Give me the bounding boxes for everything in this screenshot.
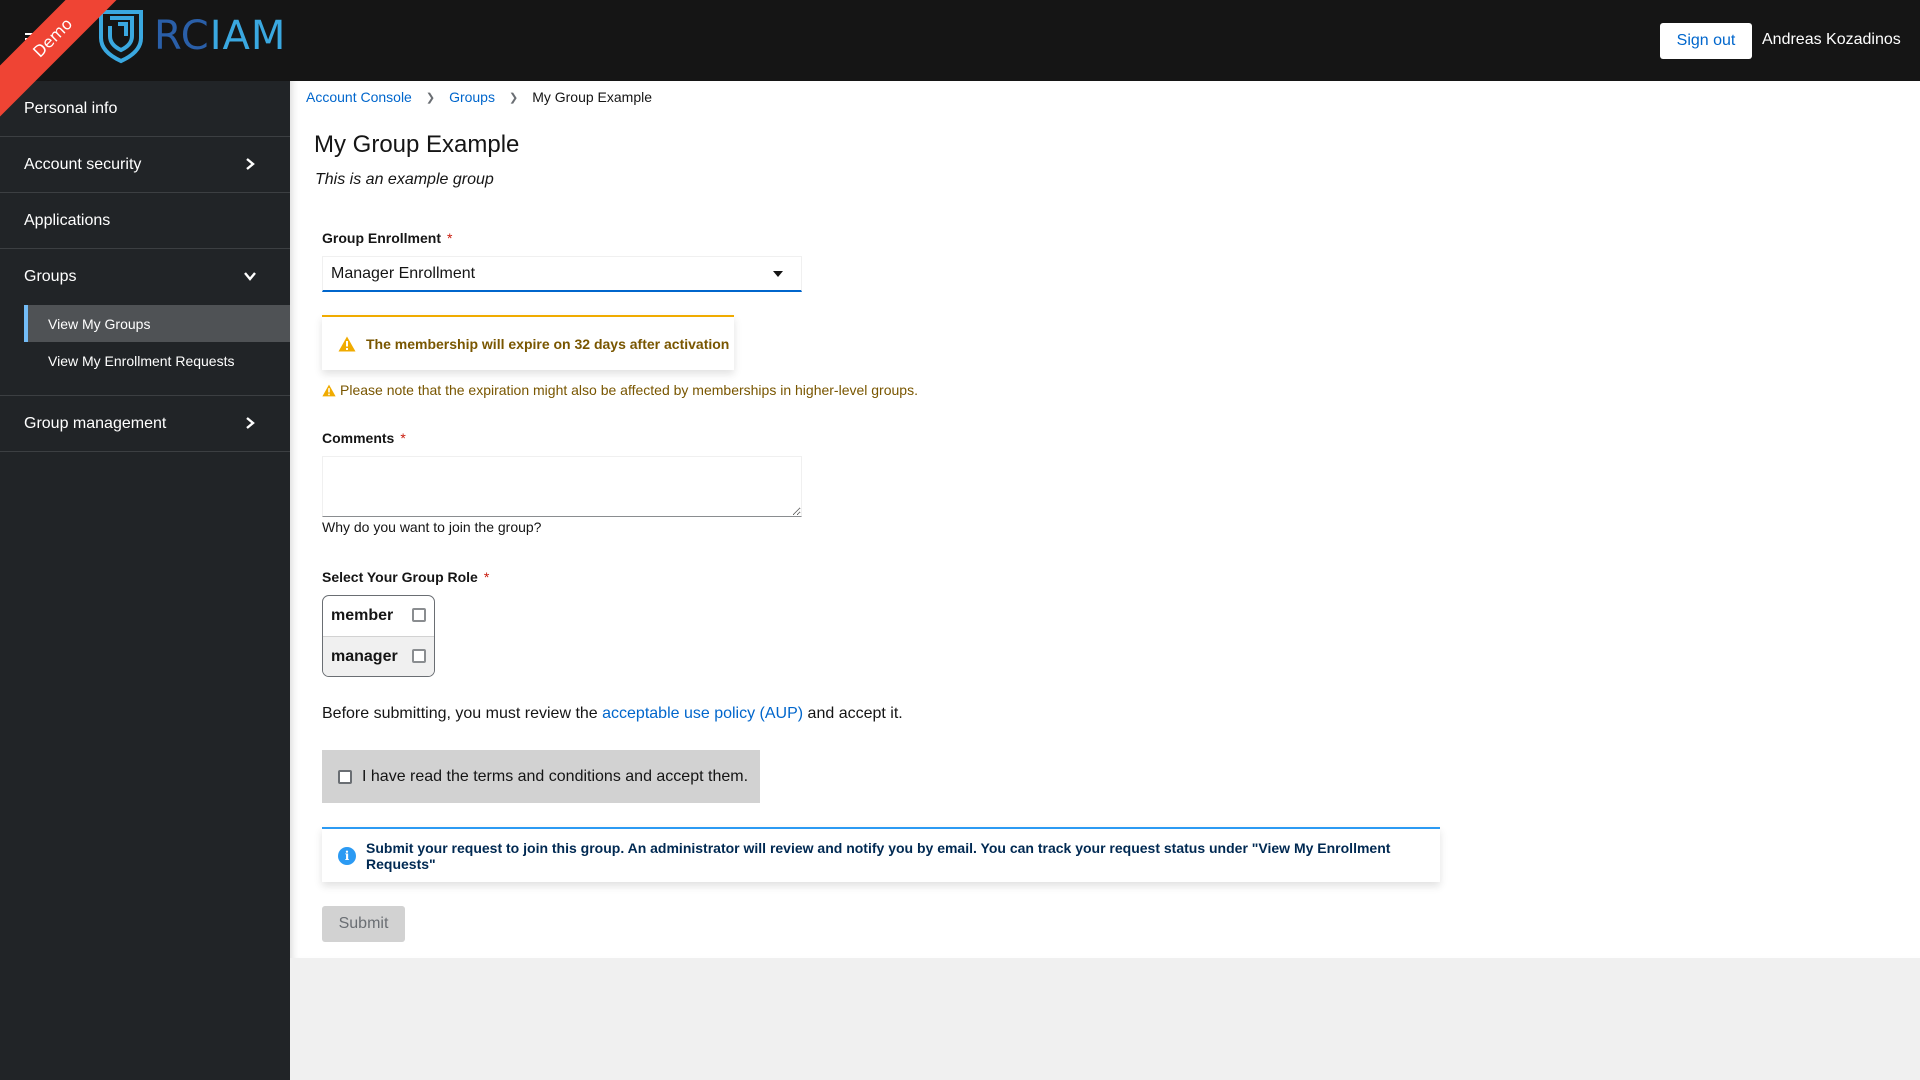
- role-option-label: member: [331, 607, 394, 624]
- sign-out-button[interactable]: Sign out: [1660, 23, 1752, 59]
- breadcrumb-current: My Group Example: [532, 89, 653, 105]
- page-title: My Group Example: [314, 131, 520, 158]
- role-option-label: manager: [331, 647, 398, 665]
- caret-down-icon: [773, 271, 783, 277]
- sidebar-item-label: View My Groups: [48, 315, 151, 332]
- sidebar: Personal info Account security Applicati…: [0, 81, 290, 1080]
- aup-notice: Before submitting, you must review the a…: [322, 705, 903, 723]
- sidebar-item-view-my-groups[interactable]: View My Groups: [24, 305, 290, 342]
- shield-logo-icon: [99, 10, 143, 64]
- submit-button[interactable]: Submit: [322, 906, 405, 942]
- group-role-label-text: Select Your Group Role: [322, 569, 478, 585]
- sidebar-item-account-security[interactable]: Account security: [0, 137, 290, 193]
- role-option-manager[interactable]: manager: [323, 636, 434, 676]
- sidebar-item-label: Applications: [24, 211, 111, 229]
- sidebar-item-label: Account security: [24, 155, 142, 173]
- group-role-label: Select Your Group Role *: [322, 569, 489, 585]
- submit-info-alert: i Submit your request to join this group…: [322, 827, 1440, 882]
- required-asterisk: *: [447, 230, 453, 246]
- aup-suffix: and accept it.: [803, 705, 903, 722]
- logo[interactable]: RCIAM: [96, 8, 286, 64]
- breadcrumb-separator-icon: ❯: [508, 91, 519, 104]
- expiration-note: Please note that the expiration might al…: [322, 382, 918, 398]
- page-subtitle: This is an example group: [315, 171, 494, 188]
- chevron-right-icon: [246, 158, 255, 170]
- role-manager-checkbox[interactable]: [412, 649, 426, 663]
- submit-info-text: Submit your request to join this group. …: [366, 839, 1391, 872]
- comments-label: Comments *: [322, 430, 406, 446]
- terms-label: I have read the terms and conditions and…: [362, 767, 749, 785]
- group-enrollment-select[interactable]: Manager Enrollment: [322, 256, 802, 292]
- comments-label-text: Comments: [322, 430, 395, 446]
- chevron-down-icon: [244, 272, 256, 281]
- masthead: Demo RCIAM Sign out Andreas Kozadinos: [0, 0, 1920, 125]
- logo-text-rc: RC: [154, 13, 210, 59]
- required-asterisk: *: [483, 569, 490, 585]
- role-option-member[interactable]: member: [323, 596, 434, 636]
- sidebar-item-label: Group management: [24, 414, 167, 432]
- sidebar-group-groups: Groups View My Groups View My Enrollment…: [0, 249, 290, 396]
- chevron-right-icon: [246, 417, 255, 429]
- terms-accept-row[interactable]: I have read the terms and conditions and…: [322, 750, 760, 803]
- aup-prefix: Before submitting, you must review the: [322, 705, 603, 722]
- sidebar-item-label: View My Enrollment Requests: [48, 352, 235, 369]
- expiration-warning-alert: The membership will expire on 32 days af…: [322, 315, 734, 370]
- required-asterisk: *: [400, 430, 406, 446]
- role-member-checkbox[interactable]: [412, 608, 426, 622]
- logo-text: RCIAM: [154, 13, 286, 59]
- group-enrollment-label: Group Enrollment *: [322, 230, 452, 246]
- group-role-list: member manager: [322, 595, 435, 677]
- breadcrumb-groups[interactable]: Groups: [449, 89, 495, 105]
- sidebar-item-label: Personal info: [24, 99, 118, 117]
- main-content: Account Console ❯ Groups ❯ My Group Exam…: [290, 81, 1920, 958]
- group-enrollment-value: Manager Enrollment: [331, 264, 476, 282]
- sidebar-item-groups[interactable]: Groups: [0, 249, 290, 305]
- terms-checkbox[interactable]: [338, 769, 352, 784]
- sidebar-item-applications[interactable]: Applications: [0, 193, 290, 249]
- info-circle-icon: i: [338, 846, 356, 865]
- sidebar-item-group-management[interactable]: Group management: [0, 396, 290, 452]
- sidebar-item-personal-info[interactable]: Personal info: [0, 81, 290, 137]
- expiration-note-text: Please note that the expiration might al…: [340, 382, 918, 398]
- warning-triangle-icon: [338, 336, 356, 351]
- user-name: Andreas Kozadinos: [1762, 31, 1901, 48]
- sidebar-item-view-my-enrollment-requests[interactable]: View My Enrollment Requests: [24, 342, 290, 379]
- warning-triangle-icon: [322, 384, 336, 396]
- comments-textarea[interactable]: [322, 456, 802, 517]
- breadcrumb-account-console[interactable]: Account Console: [306, 89, 412, 105]
- expiration-warning-text: The membership will expire on 32 days af…: [366, 335, 730, 352]
- sidebar-item-label: Groups: [24, 268, 77, 285]
- breadcrumb-separator-icon: ❯: [425, 91, 436, 104]
- group-enrollment-label-text: Group Enrollment: [322, 230, 441, 246]
- logo-text-iam: IAM: [209, 13, 287, 59]
- breadcrumb: Account Console ❯ Groups ❯ My Group Exam…: [306, 89, 652, 105]
- comments-helper-text: Why do you want to join the group?: [322, 519, 542, 535]
- aup-link[interactable]: acceptable use policy (AUP): [602, 705, 803, 722]
